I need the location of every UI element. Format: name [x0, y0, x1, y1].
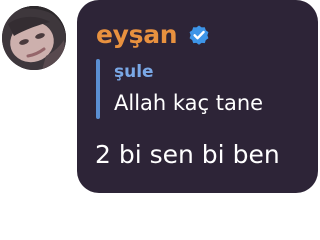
message-bubble[interactable]: eyşan şule Allah kaç tane 2 bi sen bi be…: [77, 0, 318, 193]
sender-avatar[interactable]: [2, 6, 66, 70]
sender-header: eyşan: [96, 20, 211, 50]
reply-author: şule: [114, 62, 154, 82]
message-text: 2 bi sen bi ben: [95, 140, 280, 169]
reply-text: Allah kaç tane: [114, 91, 264, 115]
avatar-photo: [2, 6, 66, 70]
reply-bar: [96, 59, 100, 119]
reply-quote[interactable]: şule Allah kaç tane: [96, 59, 296, 119]
sender-name[interactable]: eyşan: [96, 20, 178, 50]
chat-message-screenshot: eyşan şule Allah kaç tane 2 bi sen bi be…: [0, 0, 320, 240]
verified-badge-icon: [187, 23, 211, 47]
